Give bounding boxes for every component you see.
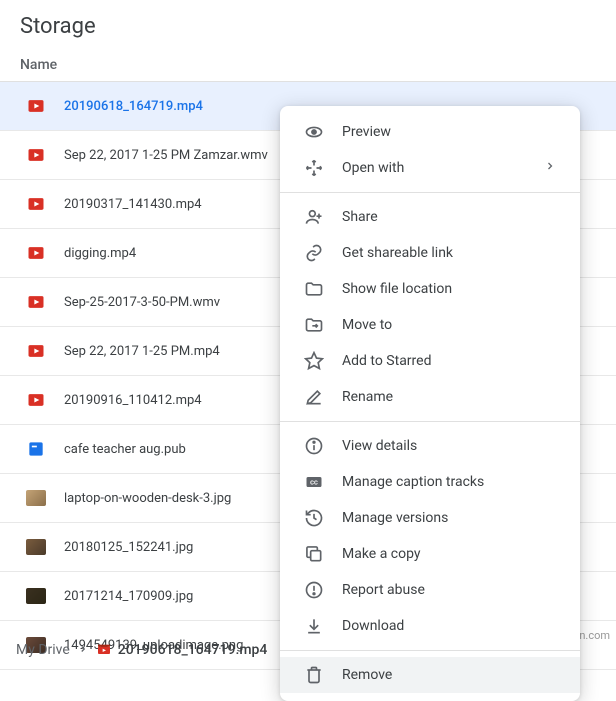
history-icon — [304, 508, 324, 528]
menu-open-with[interactable]: Open with — [280, 150, 580, 186]
chevron-right-icon — [78, 642, 88, 658]
divider — [280, 421, 580, 422]
menu-label: Open with — [342, 160, 544, 176]
file-name: Sep 22, 2017 1-25 PM Zamzar.wmv — [64, 148, 268, 163]
pub-icon — [26, 439, 46, 459]
chevron-right-icon — [544, 160, 556, 176]
video-icon — [26, 145, 46, 165]
menu-manage-versions[interactable]: Manage versions — [280, 500, 580, 536]
video-icon — [26, 390, 46, 410]
divider — [280, 192, 580, 193]
trash-icon — [304, 665, 324, 685]
menu-preview[interactable]: Preview — [280, 114, 580, 150]
alert-icon — [304, 580, 324, 600]
link-icon — [304, 243, 324, 263]
menu-label: View details — [342, 438, 556, 454]
menu-label: Download — [342, 618, 556, 634]
image-thumb-icon — [26, 488, 46, 508]
file-name: 20190618_164719.mp4 — [64, 99, 203, 114]
breadcrumb: My Drive 20190618_164719.mp4 — [16, 642, 267, 658]
file-name: 20190317_141430.mp4 — [64, 197, 202, 212]
file-name: laptop-on-wooden-desk-3.jpg — [64, 491, 231, 506]
video-icon — [96, 642, 112, 658]
column-header-name[interactable]: Name — [0, 49, 616, 82]
menu-label: Rename — [342, 389, 556, 405]
file-name: digging.mp4 — [64, 246, 136, 261]
video-icon — [26, 96, 46, 116]
file-name: 20180125_152241.jpg — [64, 540, 193, 555]
page-title: Storage — [0, 0, 616, 49]
file-name: cafe teacher aug.pub — [64, 442, 186, 457]
menu-label: Manage caption tracks — [342, 474, 556, 490]
menu-manage-captions[interactable]: CC Manage caption tracks — [280, 464, 580, 500]
menu-rename[interactable]: Rename — [280, 379, 580, 415]
folder-icon — [304, 279, 324, 299]
video-icon — [26, 243, 46, 263]
menu-download[interactable]: Download — [280, 608, 580, 644]
download-icon — [304, 616, 324, 636]
menu-label: Share — [342, 209, 556, 225]
menu-add-starred[interactable]: Add to Starred — [280, 343, 580, 379]
menu-show-location[interactable]: Show file location — [280, 271, 580, 307]
copy-icon — [304, 544, 324, 564]
menu-label: Preview — [342, 124, 556, 140]
star-icon — [304, 351, 324, 371]
video-icon — [26, 292, 46, 312]
divider — [280, 650, 580, 651]
menu-label: Move to — [342, 317, 556, 333]
file-name: 20190916_110412.mp4 — [64, 393, 202, 408]
eye-icon — [304, 122, 324, 142]
file-name: Sep-25-2017-3-50-PM.wmv — [64, 295, 220, 310]
video-icon — [26, 194, 46, 214]
svg-text:CC: CC — [310, 481, 318, 487]
menu-get-link[interactable]: Get shareable link — [280, 235, 580, 271]
cc-icon: CC — [304, 472, 324, 492]
menu-make-copy[interactable]: Make a copy — [280, 536, 580, 572]
menu-report-abuse[interactable]: Report abuse — [280, 572, 580, 608]
info-icon — [304, 436, 324, 456]
menu-view-details[interactable]: View details — [280, 428, 580, 464]
image-thumb-icon — [26, 586, 46, 606]
menu-label: Get shareable link — [342, 245, 556, 261]
folder-move-icon — [304, 315, 324, 335]
open-with-icon — [304, 158, 324, 178]
file-name: 20171214_170909.jpg — [64, 589, 193, 604]
menu-label: Add to Starred — [342, 353, 556, 369]
menu-label: Remove — [342, 667, 556, 683]
breadcrumb-current-label: 20190618_164719.mp4 — [118, 642, 268, 658]
person-add-icon — [304, 207, 324, 227]
menu-label: Show file location — [342, 281, 556, 297]
breadcrumb-current[interactable]: 20190618_164719.mp4 — [96, 642, 268, 658]
menu-label: Manage versions — [342, 510, 556, 526]
menu-move-to[interactable]: Move to — [280, 307, 580, 343]
menu-share[interactable]: Share — [280, 199, 580, 235]
file-name: Sep 22, 2017 1-25 PM.mp4 — [64, 344, 220, 359]
menu-label: Make a copy — [342, 546, 556, 562]
menu-remove[interactable]: Remove — [280, 657, 580, 693]
context-menu: Preview Open with Share Get shareable li… — [280, 106, 580, 701]
video-icon — [26, 341, 46, 361]
breadcrumb-root[interactable]: My Drive — [16, 642, 70, 658]
menu-label: Report abuse — [342, 582, 556, 598]
pencil-icon — [304, 387, 324, 407]
image-thumb-icon — [26, 537, 46, 557]
